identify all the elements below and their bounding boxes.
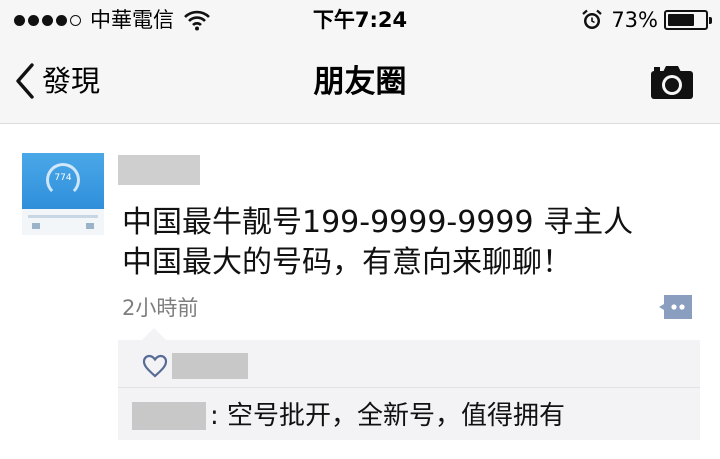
avatar-score: 774: [54, 173, 72, 183]
avatar-divider: [28, 215, 98, 218]
comment-bubble-icon[interactable]: [658, 293, 694, 321]
battery-percent: 73%: [611, 8, 658, 32]
comment-row[interactable]: : 空号批开，全新号，值得拥有: [118, 394, 700, 434]
battery-icon: [664, 10, 712, 30]
comment-text: : 空号批开，全新号，值得拥有: [210, 401, 566, 431]
navigation-bar: 發現 朋友圈: [0, 40, 720, 124]
likes-row: [118, 340, 700, 388]
status-right: 73%: [581, 7, 712, 33]
avatar-tab: [32, 223, 40, 229]
post-content: 中国最牛靓号199-9999-9999 寻主人 中国最大的号码，有意向来聊聊！: [122, 203, 633, 283]
camera-icon[interactable]: [650, 64, 694, 100]
avatar-tab: [86, 223, 94, 229]
avatar[interactable]: 774: [22, 153, 104, 235]
battery-nub: [709, 17, 712, 24]
moment-post: 774 中国最牛靓号199-9999-9999 寻主人 中国最大的号码，有意向来…: [0, 125, 720, 459]
page-title: 朋友圈: [313, 64, 407, 100]
likes-comments-box: : 空号批开，全新号，值得拥有: [118, 328, 700, 440]
post-line: 中国最大的号码，有意向来聊聊！: [122, 245, 572, 280]
alarm-clock-icon: [582, 9, 603, 29]
post-line: 中国最牛靓号199-9999-9999 寻主人: [122, 205, 634, 240]
status-bar: 中華電信 下午7:24 73%: [0, 0, 720, 40]
battery-level: [668, 14, 695, 26]
heart-icon: [142, 354, 168, 378]
commenter-name-redacted[interactable]: [132, 402, 206, 430]
username-redacted[interactable]: [118, 155, 200, 185]
liker-name-redacted[interactable]: [172, 353, 248, 379]
post-timestamp: 2小時前: [122, 296, 199, 320]
